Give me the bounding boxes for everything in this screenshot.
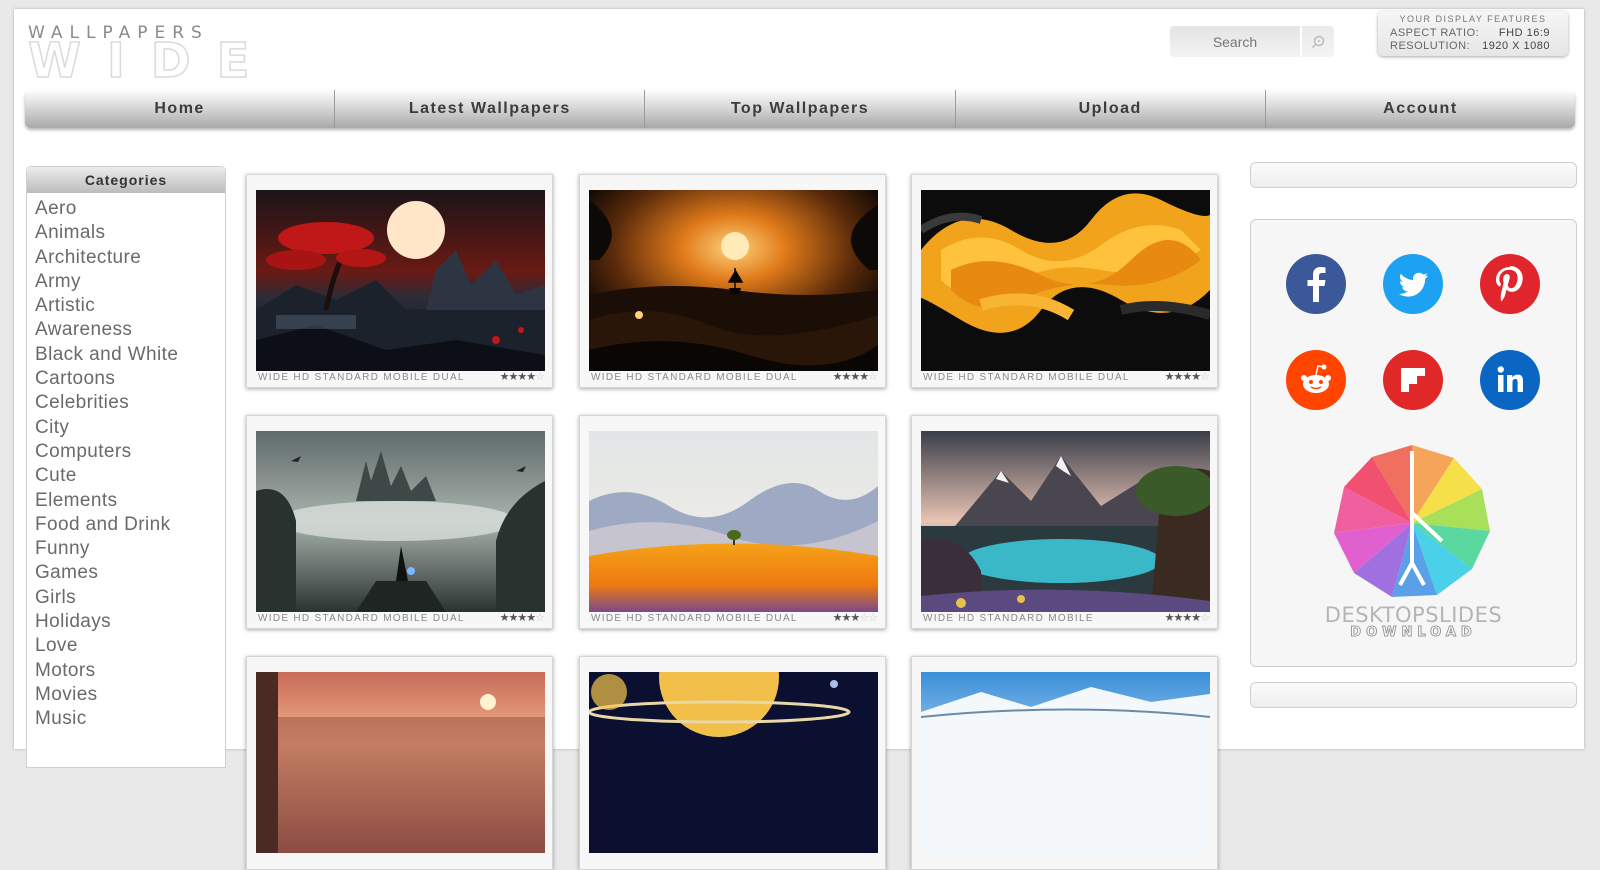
category-link[interactable]: Celebrities [35, 391, 225, 415]
category-link[interactable]: Holidays [35, 610, 225, 634]
wallpaper-card[interactable] [579, 656, 886, 870]
category-link[interactable]: Girls [35, 586, 225, 610]
category-link[interactable]: City [35, 416, 225, 440]
resolution-tags: WIDE HD STANDARD MOBILE DUAL [591, 613, 798, 624]
category-link[interactable]: Cartoons [35, 367, 225, 391]
nav-home[interactable]: Home [25, 90, 336, 128]
category-link[interactable]: Elements [35, 489, 225, 513]
logo-wide-text: WIDE [27, 33, 276, 89]
category-link[interactable]: Black and White [35, 343, 225, 367]
categories-list: Aero Animals Architecture Army Artistic … [27, 193, 225, 732]
wallpaper-thumbnail[interactable] [921, 431, 1210, 612]
resolution-tags: WIDE HD STANDARD MOBILE DUAL [258, 613, 465, 624]
search-icon [1311, 35, 1325, 48]
wallpaper-thumbnail[interactable] [256, 672, 545, 853]
page: WALLPAPERS WIDE YOUR DISPLAY FEATURES AS… [14, 9, 1584, 870]
sidebar-top-box [1250, 162, 1577, 188]
linkedin-icon [1497, 366, 1523, 392]
sidebar-bottom-box [1250, 682, 1577, 708]
category-link[interactable]: Cute [35, 464, 225, 488]
wallpaper-thumbnail[interactable] [589, 431, 878, 612]
resolution-value: 1920 X 1080 [1482, 40, 1550, 52]
wallpaper-thumbnail[interactable] [921, 672, 1210, 853]
wallpaper-card[interactable]: WIDE HD STANDARD MOBILE DUAL ★★★★☆ [246, 174, 553, 388]
search-button[interactable] [1302, 26, 1334, 57]
rating-stars: ★★★★☆ [1164, 371, 1210, 383]
share-panel: DESKTOPSLIDES DOWNLOAD [1250, 219, 1577, 667]
rating-stars: ★★★★☆ [832, 371, 878, 383]
resolution-label: RESOLUTION: [1390, 40, 1471, 52]
wallpaper-thumbnail[interactable] [589, 190, 878, 371]
rating-stars: ★★★★☆ [1164, 612, 1210, 624]
categories-title: Categories [27, 167, 225, 193]
desktopslides-flower-icon [1334, 445, 1490, 597]
category-link[interactable]: Food and Drink [35, 513, 225, 537]
categories-panel: Categories Aero Animals Architecture Arm… [26, 166, 226, 768]
wallpaper-thumbnail[interactable] [921, 190, 1210, 371]
category-link[interactable]: Army [35, 270, 225, 294]
desktopslides-logo[interactable] [1331, 442, 1493, 604]
rating-stars: ★★★★☆ [499, 371, 545, 383]
wallpaper-thumbnail[interactable] [256, 190, 545, 371]
wallpaper-card[interactable] [246, 656, 553, 870]
desktopslides-download-text[interactable]: DOWNLOAD [1251, 625, 1576, 641]
aspect-ratio-label: ASPECT RATIO: [1390, 27, 1480, 39]
category-link[interactable]: Games [35, 561, 225, 585]
search-input[interactable] [1170, 26, 1300, 57]
category-link[interactable]: Aero [35, 197, 225, 221]
resolution-tags: WIDE HD STANDARD MOBILE DUAL [258, 372, 465, 383]
category-link[interactable]: Movies [35, 683, 225, 707]
twitter-share-button[interactable] [1383, 254, 1443, 314]
site-logo[interactable]: WALLPAPERS WIDE [27, 23, 300, 86]
pinterest-icon [1496, 265, 1523, 302]
wallpaper-card[interactable]: WIDE HD STANDARD MOBILE DUAL ★★★★☆ [911, 174, 1218, 388]
rating-stars: ★★★☆☆ [832, 612, 878, 624]
display-features-box: YOUR DISPLAY FEATURES ASPECT RATIO: FHD … [1378, 11, 1568, 56]
category-link[interactable]: Motors [35, 659, 225, 683]
wallpaper-thumbnail[interactable] [256, 431, 545, 612]
category-link[interactable]: Funny [35, 537, 225, 561]
reddit-icon [1301, 364, 1331, 393]
wallpaper-thumbnail[interactable] [589, 672, 878, 853]
desktopslides-text[interactable]: DESKTOPSLIDES [1251, 603, 1576, 627]
wallpaper-card[interactable]: WIDE HD STANDARD MOBILE DUAL ★★★★☆ [246, 415, 553, 629]
linkedin-share-button[interactable] [1480, 350, 1540, 410]
search-box [1170, 26, 1334, 57]
resolution-tags: WIDE HD STANDARD MOBILE DUAL [591, 372, 798, 383]
flipboard-share-button[interactable] [1383, 350, 1443, 410]
resolution-tags: WIDE HD STANDARD MOBILE DUAL [923, 372, 1130, 383]
category-link[interactable]: Artistic [35, 294, 225, 318]
wallpaper-card[interactable]: WIDE HD STANDARD MOBILE DUAL ★★★★☆ [579, 174, 886, 388]
reddit-share-button[interactable] [1286, 350, 1346, 410]
category-link[interactable]: Animals [35, 221, 225, 245]
resolution-tags: WIDE HD STANDARD MOBILE [923, 613, 1094, 624]
twitter-icon [1398, 272, 1429, 297]
category-link[interactable]: Love [35, 634, 225, 658]
aspect-ratio-row: ASPECT RATIO: FHD 16:9 [1390, 27, 1550, 39]
nav-account[interactable]: Account [1266, 90, 1575, 128]
pinterest-share-button[interactable] [1480, 254, 1540, 314]
main-nav: Home Latest Wallpapers Top Wallpapers Up… [25, 90, 1575, 128]
flipboard-icon [1401, 368, 1425, 392]
category-link[interactable]: Computers [35, 440, 225, 464]
category-link[interactable]: Awareness [35, 318, 225, 342]
wallpaper-card[interactable] [911, 656, 1218, 870]
category-link[interactable]: Architecture [35, 246, 225, 270]
nav-top-wallpapers[interactable]: Top Wallpapers [645, 90, 956, 128]
display-features-title: YOUR DISPLAY FEATURES [1399, 14, 1547, 24]
wallpaper-card[interactable]: WIDE HD STANDARD MOBILE DUAL ★★★☆☆ [579, 415, 886, 629]
aspect-ratio-value: FHD 16:9 [1498, 27, 1550, 39]
nav-upload[interactable]: Upload [956, 90, 1266, 128]
facebook-icon [1307, 267, 1326, 302]
nav-latest-wallpapers[interactable]: Latest Wallpapers [335, 90, 646, 128]
rating-stars: ★★★★☆ [499, 612, 545, 624]
facebook-share-button[interactable] [1286, 254, 1346, 314]
resolution-row: RESOLUTION: 1920 X 1080 [1390, 40, 1550, 52]
wallpaper-card[interactable]: WIDE HD STANDARD MOBILE ★★★★☆ [911, 415, 1218, 629]
category-link[interactable]: Music [35, 707, 225, 731]
